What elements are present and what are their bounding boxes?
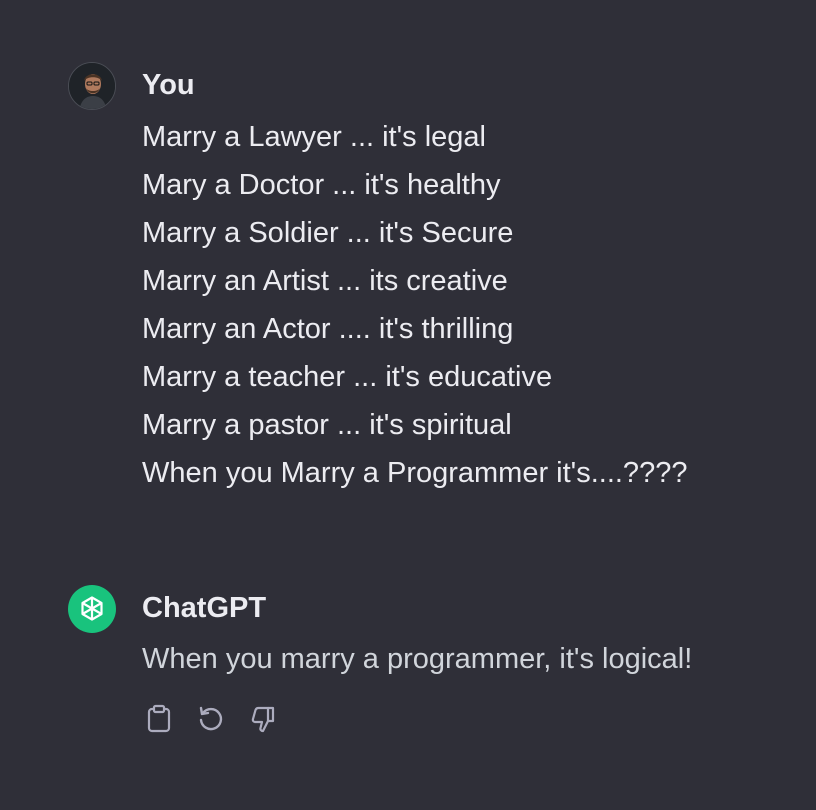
thumbs-down-icon: [251, 706, 275, 733]
message-line: Marry a teacher ... it's educative: [142, 361, 553, 393]
user-photo-avatar-icon: [69, 63, 115, 109]
user-author-name: You: [142, 69, 195, 101]
message-line: When you Marry a Programmer it's....????: [142, 457, 688, 489]
regenerate-icon: [199, 706, 223, 731]
assistant-avatar: [68, 585, 116, 633]
message-actions: [142, 702, 280, 736]
clipboard-icon: [147, 704, 171, 733]
message-line: Marry a Soldier ... it's Secure: [142, 217, 514, 249]
assistant-author-name: ChatGPT: [142, 592, 267, 624]
message-line: Marry an Actor .... it's thrilling: [142, 313, 514, 345]
assistant-message-text: When you marry a programmer, it's logica…: [142, 643, 693, 675]
openai-logo-icon: [81, 596, 103, 621]
user-avatar: [68, 62, 116, 110]
message-line: Marry an Artist ... its creative: [142, 265, 508, 297]
user-message-text: Marry a Lawyer ... it's legal Mary a Doc…: [142, 113, 802, 497]
message-line: Marry a Lawyer ... it's legal: [142, 121, 486, 153]
regenerate-button[interactable]: [194, 702, 228, 736]
message-line: Marry a pastor ... it's spiritual: [142, 409, 512, 441]
thumbs-down-button[interactable]: [246, 702, 280, 736]
copy-button[interactable]: [142, 702, 176, 736]
message-line: Mary a Doctor ... it's healthy: [142, 169, 501, 201]
